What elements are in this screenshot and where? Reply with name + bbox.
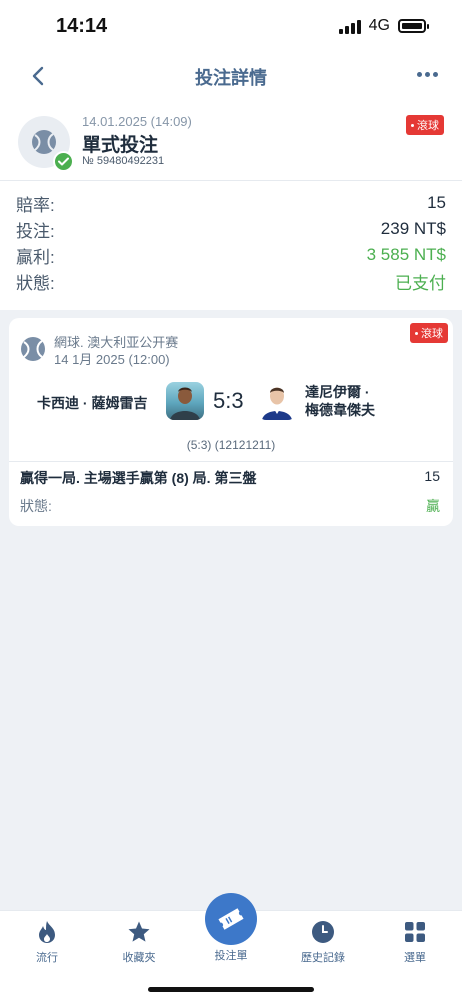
nav-betslip-label: 投注單: [214, 950, 248, 962]
divider: [0, 180, 462, 181]
nav-history-label: 歷史記錄: [301, 952, 345, 964]
away-team-name: 達尼伊爾 · 梅德韋傑夫: [305, 383, 375, 419]
check-icon: [53, 151, 74, 172]
odds-label: 賠率:: [16, 195, 55, 215]
stake-value: 239 NT$: [380, 219, 446, 238]
winnings-label: 贏利:: [16, 247, 55, 267]
home-player-photo: [166, 382, 204, 420]
odds-value: 15: [427, 193, 446, 212]
away-player-photo: [258, 382, 296, 420]
nav-popular[interactable]: 流行: [12, 919, 82, 965]
event-status-label: 狀態:: [20, 498, 52, 514]
event-time: 14 1月 2025 (12:00): [54, 352, 170, 367]
nav-favorites[interactable]: 收藏夾: [104, 919, 174, 965]
star-icon: [126, 919, 152, 945]
live-dot-icon: [411, 123, 414, 127]
bet-type: 單式投注: [82, 135, 159, 156]
ticket-icon: [218, 908, 244, 930]
more-options-button[interactable]: [417, 64, 438, 84]
nav-history[interactable]: 歷史記錄: [288, 919, 358, 965]
live-badge: 滾球: [406, 115, 444, 135]
page-title: 投注詳情: [195, 68, 267, 88]
market-odds: 15: [424, 468, 440, 484]
event-status-value: 贏: [426, 498, 440, 514]
tennis-ball-icon: [21, 337, 45, 361]
nav-popular-label: 流行: [36, 952, 58, 964]
status-value: 已支付: [395, 273, 446, 293]
event-card[interactable]: 網球. 澳大利亚公开赛 14 1月 2025 (12:00) 滾球 卡西迪 · …: [9, 318, 453, 526]
bet-id: № 59480492231: [82, 155, 165, 167]
bet-summary: 14.01.2025 (14:09) 單式投注 № 59480492231 滾球…: [0, 98, 462, 310]
winnings-value: 3 585 NT$: [366, 245, 446, 264]
status-row: 狀態: 已支付: [16, 268, 446, 294]
more-dot-icon: [417, 71, 422, 77]
match-score: 5:3: [213, 388, 244, 413]
flame-icon: [34, 919, 60, 945]
clock-icon: [310, 919, 336, 945]
away-team-name-line2: 梅德韋傑夫: [305, 402, 375, 418]
winnings-row: 贏利: 3 585 NT$: [16, 242, 446, 268]
home-indicator[interactable]: [148, 987, 314, 992]
more-dot-icon: [433, 71, 438, 77]
status-time: 14:14: [56, 15, 108, 37]
signal-icon: [338, 18, 361, 34]
live-badge-label: 滾球: [421, 328, 443, 340]
tennis-ball-icon: [32, 130, 56, 154]
odds-row: 賠率: 15: [16, 190, 446, 216]
grid-menu-icon: [402, 919, 428, 945]
more-dot-icon: [425, 71, 430, 77]
away-team-name-line1: 達尼伊爾 ·: [305, 384, 370, 400]
nav-betslip-button[interactable]: [205, 893, 257, 945]
set-scores: (5:3) (12121211): [186, 438, 276, 452]
header: 投注詳情: [0, 54, 462, 98]
battery-icon: [398, 19, 429, 33]
live-badge: 滾球: [410, 323, 448, 343]
stake-row: 投注: 239 NT$: [16, 216, 446, 242]
nav-favorites-label: 收藏夾: [122, 952, 156, 964]
status-bar: 14:14 4G: [0, 0, 462, 54]
divider: [9, 461, 453, 462]
bet-date: 14.01.2025 (14:09): [82, 114, 192, 129]
home-team-name: 卡西迪 · 薩姆雷吉: [37, 395, 148, 411]
live-badge-label: 滾球: [417, 120, 439, 132]
bottom-nav: 流行 收藏夾 投注單 歷史記錄 選單: [0, 893, 462, 1000]
live-dot-icon: [415, 331, 418, 335]
status-indicators: 4G: [338, 17, 429, 35]
nav-menu[interactable]: 選單: [380, 919, 450, 965]
status-label: 狀態:: [16, 273, 55, 293]
stake-label: 投注:: [16, 221, 55, 241]
market-name: 贏得一局. 主場選手贏第 (8) 局. 第三盤: [20, 470, 257, 486]
network-type: 4G: [368, 17, 390, 34]
nav-menu-label: 選單: [404, 952, 426, 964]
